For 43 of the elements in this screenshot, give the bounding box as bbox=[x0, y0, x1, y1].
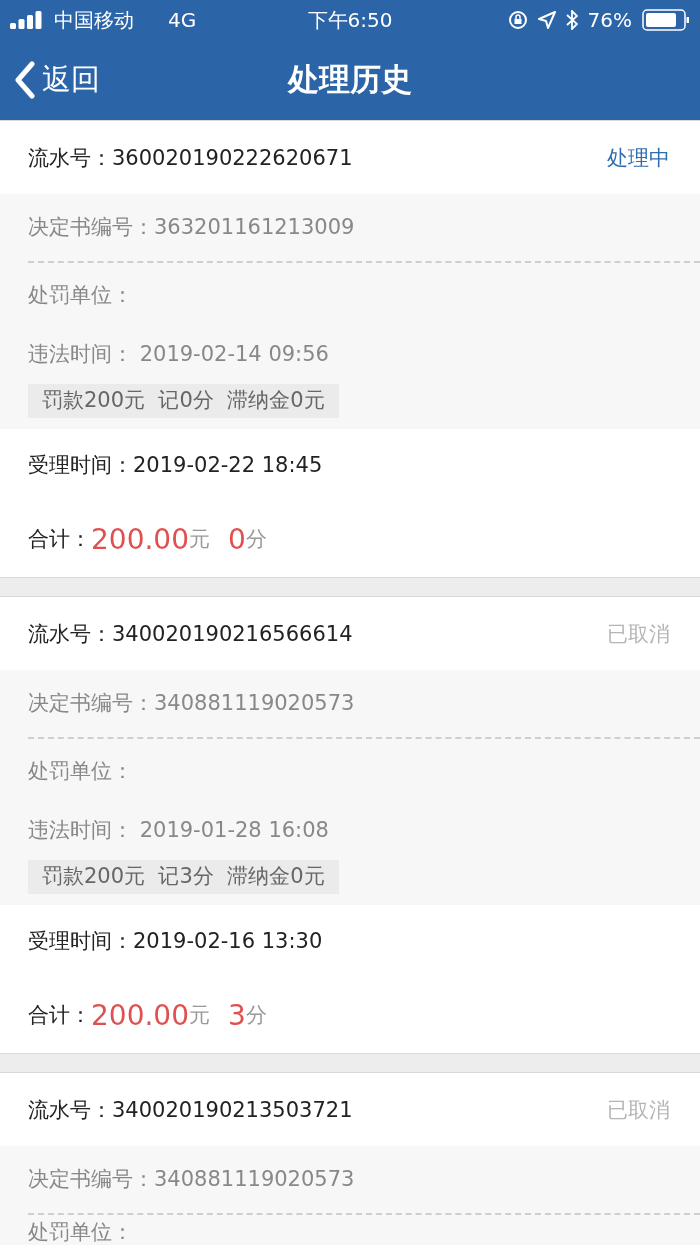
serial-number: 流水号：340020190216566614 bbox=[28, 620, 353, 648]
accept-time: 受理时间：2019-02-16 13:30 bbox=[28, 928, 323, 955]
record-card[interactable]: 流水号：340020190216566614 已取消 决定书编号：340881119020573 处罚单位： 违法时间： 2019-01-28 16:08 罚款200元 记3分 滞纳金0元 受理时间：2019-02-16 13:30 合计：200.00元 3分 bbox=[0, 596, 700, 1054]
decision-number: 决定书编号：363201161213009 bbox=[28, 215, 355, 240]
decision-number: 决定书编号：340881119020573 bbox=[28, 1167, 355, 1192]
status-label: 已取消 bbox=[607, 620, 670, 648]
back-button[interactable]: 返回 bbox=[0, 60, 100, 100]
location-icon bbox=[537, 11, 556, 29]
amount: 200.00 bbox=[91, 522, 189, 556]
total-label: 合计： bbox=[28, 526, 91, 553]
total-label: 合计： bbox=[28, 1002, 91, 1029]
serial-number: 流水号：360020190222620671 bbox=[28, 144, 353, 172]
amount-unit: 元 bbox=[189, 526, 210, 553]
status-label: 已取消 bbox=[607, 1096, 670, 1124]
penalty-unit: 处罚单位： bbox=[28, 760, 133, 784]
record-card[interactable]: 流水号：340020190213503721 已取消 决定书编号：340881119020573 处罚单位： bbox=[0, 1072, 700, 1245]
accept-time: 受理时间：2019-02-22 18:45 bbox=[28, 452, 323, 479]
bluetooth-icon bbox=[565, 10, 578, 30]
page-title: 处理历史 bbox=[288, 60, 412, 99]
amount: 200.00 bbox=[91, 998, 189, 1032]
penalty-unit: 处罚单位： bbox=[28, 1221, 133, 1245]
battery-percent: 76% bbox=[587, 8, 632, 32]
points: 3 bbox=[228, 998, 246, 1032]
points-unit: 分 bbox=[245, 1002, 267, 1029]
battery-icon bbox=[642, 9, 690, 31]
rotation-lock-icon bbox=[507, 10, 528, 30]
violation-time: 违法时间： 2019-02-14 09:56 bbox=[28, 343, 329, 367]
penalty-unit: 处罚单位： bbox=[28, 284, 133, 308]
signal-icon bbox=[10, 11, 44, 29]
status-label: 处理中 bbox=[607, 144, 670, 172]
clock: 下午6:50 bbox=[307, 6, 393, 34]
violation-time: 违法时间： 2019-01-28 16:08 bbox=[28, 819, 329, 843]
decision-number: 决定书编号：340881119020573 bbox=[28, 691, 355, 716]
amount-unit: 元 bbox=[189, 1002, 210, 1029]
points-unit: 分 bbox=[245, 526, 267, 553]
network-type: 4G bbox=[168, 8, 197, 32]
penalty-tag: 罚款200元 记0分 滞纳金0元 bbox=[28, 384, 339, 418]
penalty-tag: 罚款200元 记3分 滞纳金0元 bbox=[28, 860, 339, 894]
points: 0 bbox=[228, 522, 246, 556]
chevron-left-icon bbox=[14, 61, 36, 99]
carrier-name: 中国移动 bbox=[54, 6, 134, 34]
serial-number: 流水号：340020190213503721 bbox=[28, 1096, 353, 1124]
record-card[interactable]: 流水号：360020190222620671 处理中 决定书编号：363201161213009 处罚单位： 违法时间： 2019-02-14 09:56 罚款200元 记0分 滞纳金0元 受理时间：2019-02-22 18:45 合计：200.00元 0分 bbox=[0, 120, 700, 578]
